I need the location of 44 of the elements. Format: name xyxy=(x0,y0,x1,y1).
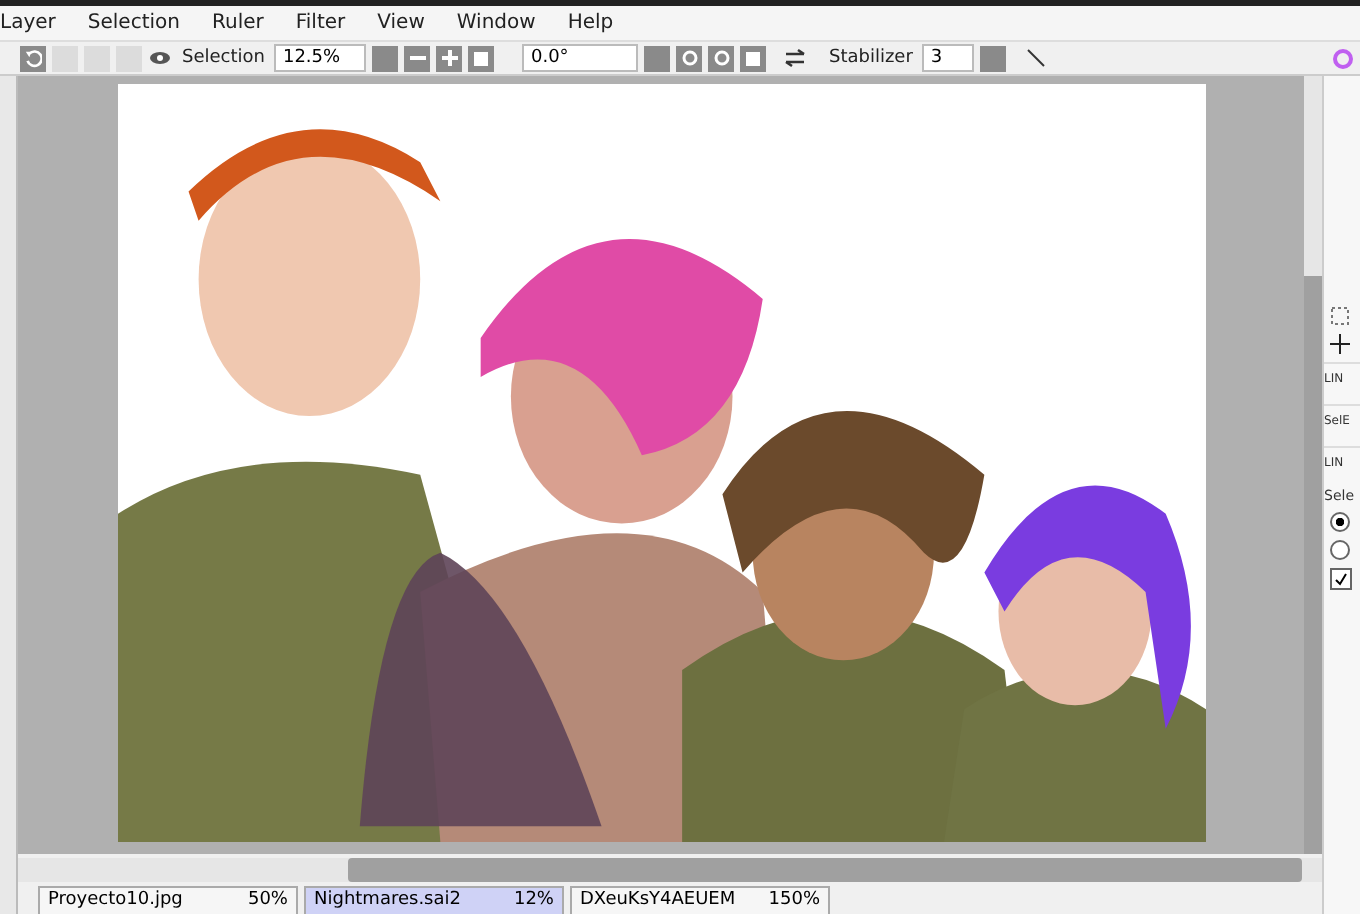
menu-item[interactable]: Layer xyxy=(0,12,56,34)
menu-item[interactable]: Selection xyxy=(87,12,180,34)
zoom-field[interactable]: 12.5% xyxy=(274,44,367,72)
stabilizer-field[interactable]: 3 xyxy=(922,44,975,72)
line-tool-icon[interactable] xyxy=(1024,46,1049,70)
radio-button[interactable] xyxy=(1330,540,1350,560)
square-icon xyxy=(474,51,489,65)
zoom-out-button[interactable] xyxy=(404,45,431,71)
zoom-in-button[interactable] xyxy=(436,45,463,71)
radio-button[interactable] xyxy=(1330,512,1350,532)
color-wheel-icon xyxy=(1332,47,1354,69)
rotate-left-button[interactable] xyxy=(676,45,703,71)
document-tab[interactable]: Proyecto10.jpg 50% xyxy=(38,886,298,914)
rotate-right-button[interactable] xyxy=(708,45,735,71)
menu-item[interactable]: Help xyxy=(567,12,614,34)
vertical-scrollbar[interactable] xyxy=(1304,76,1322,854)
reset-zoom-button[interactable] xyxy=(468,45,495,71)
document-tab[interactable]: DXeuKsY4AEUEM 150% xyxy=(570,886,830,914)
dropdown-button[interactable] xyxy=(372,45,399,71)
angle-field[interactable]: 0.0° xyxy=(522,44,639,72)
stabilizer-label: Stabilizer xyxy=(828,48,913,68)
view-mode-label: Selection xyxy=(182,48,265,68)
undo-button[interactable] xyxy=(20,45,46,71)
selection-icon xyxy=(1330,306,1350,326)
plus-icon xyxy=(441,50,458,66)
horizontal-scrollbar[interactable] xyxy=(18,858,1322,882)
menu-item[interactable]: Filter xyxy=(295,12,346,34)
menu-item[interactable]: Ruler xyxy=(211,12,264,34)
check-icon xyxy=(1334,572,1348,586)
checkbox[interactable] xyxy=(1330,568,1352,590)
move-icon xyxy=(1330,334,1350,354)
flip-icon[interactable] xyxy=(784,48,807,68)
document-tab[interactable]: Nightmares.sai2 12% xyxy=(304,886,564,914)
dropdown-button[interactable] xyxy=(980,45,1007,71)
square-icon xyxy=(746,51,761,65)
eye-icon xyxy=(148,46,172,70)
reset-rotation-button[interactable] xyxy=(740,45,767,71)
circle-icon xyxy=(713,50,730,66)
undo-icon xyxy=(24,49,42,67)
minus-icon xyxy=(409,50,426,66)
menu-item[interactable]: Window xyxy=(456,12,536,34)
circle-icon xyxy=(681,50,698,66)
menu-item[interactable]: View xyxy=(377,12,425,34)
dropdown-button[interactable] xyxy=(644,45,671,71)
